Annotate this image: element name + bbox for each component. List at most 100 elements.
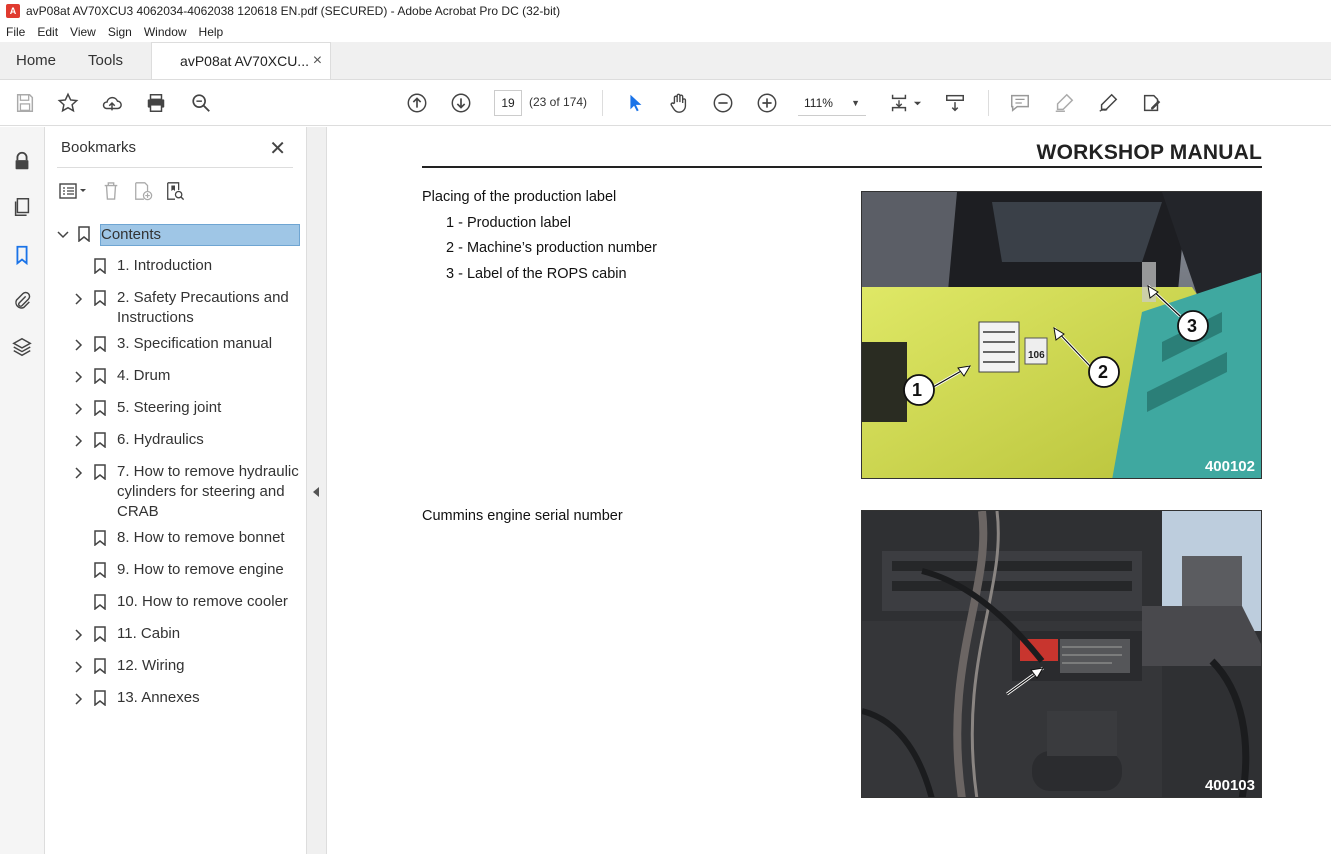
- list-item: 1 - Production label: [446, 215, 571, 231]
- toolbar-divider: [988, 90, 989, 116]
- list-item: 2 - Machine’s production number: [446, 240, 657, 256]
- bookmark-icon: [94, 594, 106, 611]
- print-icon[interactable]: [143, 90, 169, 116]
- previous-page-icon[interactable]: [404, 90, 430, 116]
- bookmark-label: 5. Steering joint: [117, 399, 222, 416]
- select-cursor-icon[interactable]: [622, 90, 648, 116]
- section-heading: Cummins engine serial number: [422, 508, 623, 524]
- fill-sign-icon[interactable]: [1139, 90, 1165, 116]
- find-zoom-icon[interactable]: [188, 90, 214, 116]
- callout-label: 3: [1187, 316, 1198, 336]
- bookmark-icon: [94, 658, 106, 675]
- bookmark-icon: [94, 626, 106, 643]
- bookmark-icon: [94, 562, 106, 579]
- page-fit-chevron-icon[interactable]: [910, 90, 924, 116]
- save-icon[interactable]: [12, 90, 38, 116]
- bookmark-panel-icon[interactable]: [10, 243, 34, 267]
- bookmark-label: 1. Introduction: [117, 257, 213, 274]
- find-bookmark-icon[interactable]: [161, 179, 189, 203]
- delete-bookmark-icon[interactable]: [97, 179, 125, 203]
- bookmark-label: 12. Wiring: [117, 657, 185, 674]
- hand-tool-icon[interactable]: [666, 90, 692, 116]
- chevron-right-icon[interactable]: [73, 335, 85, 353]
- tab-bar: Home Tools avP08at AV70XCU... ×: [0, 42, 1331, 80]
- menu-help[interactable]: Help: [193, 25, 230, 39]
- comment-icon[interactable]: [1007, 90, 1033, 116]
- chevron-right-icon[interactable]: [73, 367, 85, 385]
- engine-serial-photo: 400103: [861, 510, 1262, 798]
- bookmark-label: 7. How to remove hydraulic cylinders for…: [117, 463, 299, 520]
- bookmark-icon: [94, 530, 106, 547]
- main-toolbar: 19 (23 of 174) 111% ▼: [0, 80, 1331, 126]
- lock-icon[interactable]: [10, 149, 34, 173]
- bookmark-options-icon[interactable]: [59, 179, 87, 203]
- list-item: 3 - Label of the ROPS cabin: [446, 266, 627, 282]
- menu-view[interactable]: View: [64, 25, 102, 39]
- document-viewport[interactable]: WORKSHOP MANUAL Placing of the productio…: [327, 127, 1331, 854]
- bookmarks-panel: Bookmarks ✕ Contents 1. Introduction 2. …: [45, 127, 307, 854]
- bookmark-icon: [94, 290, 106, 307]
- zoom-in-icon[interactable]: [754, 90, 780, 116]
- navigation-rail: [0, 127, 45, 854]
- chevron-right-icon[interactable]: [73, 463, 85, 481]
- photo-code: 400103: [1204, 777, 1255, 794]
- bookmark-label: 4. Drum: [117, 367, 171, 384]
- chevron-down-icon: ▼: [851, 97, 860, 108]
- chevron-right-icon[interactable]: [73, 399, 85, 417]
- close-tab-icon[interactable]: ×: [313, 52, 322, 70]
- bookmarks-toolbar: [59, 177, 193, 205]
- callout-label: 1: [912, 380, 923, 400]
- menu-edit[interactable]: Edit: [31, 25, 64, 39]
- zoom-level-value: 111%: [804, 95, 833, 110]
- close-panel-icon[interactable]: ✕: [269, 136, 286, 161]
- layers-icon[interactable]: [10, 335, 34, 359]
- menu-sign[interactable]: Sign: [102, 25, 138, 39]
- tab-tools[interactable]: Tools: [72, 41, 139, 79]
- star-icon[interactable]: [55, 90, 81, 116]
- tab-document[interactable]: avP08at AV70XCU... ×: [151, 42, 332, 79]
- menu-window[interactable]: Window: [138, 25, 193, 39]
- production-label-photo: 106 1 2 3 400102: [861, 191, 1262, 479]
- bookmark-icon: [94, 400, 106, 417]
- tab-home[interactable]: Home: [0, 41, 72, 79]
- zoom-level-select[interactable]: 111% ▼: [798, 90, 866, 116]
- page-thumbnails-icon[interactable]: [10, 195, 34, 219]
- chevron-right-icon[interactable]: [73, 625, 85, 643]
- chevron-right-icon[interactable]: [73, 689, 85, 707]
- chevron-right-icon[interactable]: [73, 289, 85, 307]
- bookmark-icon: [94, 336, 106, 353]
- bookmark-icon: [94, 368, 106, 385]
- page-header-title: WORKSHOP MANUAL: [1036, 141, 1262, 164]
- bookmark-icon: [94, 464, 106, 481]
- photo-code: 400102: [1204, 458, 1255, 475]
- bookmark-label: 6. Hydraulics: [117, 431, 204, 448]
- title-bar: A avP08at AV70XCU3 4062034-4062038 12061…: [0, 0, 1331, 22]
- bookmark-label: 13. Annexes: [117, 689, 200, 706]
- panel-divider: [57, 167, 293, 168]
- chevron-right-icon[interactable]: [73, 431, 85, 449]
- collapse-arrow-icon: [313, 487, 319, 497]
- page-fit-icon[interactable]: [886, 90, 912, 116]
- chevron-down-icon[interactable]: [57, 225, 69, 243]
- scroll-mode-icon[interactable]: [942, 90, 968, 116]
- page-number-input[interactable]: 19: [494, 90, 522, 116]
- bookmark-label: 3. Specification manual: [117, 335, 273, 352]
- new-bookmark-icon[interactable]: [129, 179, 157, 203]
- bookmark-label: 9. How to remove engine: [117, 561, 284, 578]
- zoom-out-icon[interactable]: [710, 90, 736, 116]
- toolbar-divider: [602, 90, 603, 116]
- attachment-icon[interactable]: [10, 289, 34, 313]
- panel-collapse-handle[interactable]: [307, 127, 327, 854]
- section-heading: Placing of the production label: [422, 189, 617, 205]
- chevron-right-icon[interactable]: [73, 657, 85, 675]
- next-page-icon[interactable]: [448, 90, 474, 116]
- svg-text:106: 106: [1028, 350, 1045, 361]
- cloud-upload-icon[interactable]: [99, 90, 125, 116]
- draw-sign-icon[interactable]: [1095, 90, 1121, 116]
- header-rule: [422, 166, 1262, 168]
- highlight-pen-icon[interactable]: [1051, 90, 1077, 116]
- menu-file[interactable]: File: [0, 25, 31, 39]
- bookmark-icon: [94, 690, 106, 707]
- page-count: (23 of 174): [529, 95, 588, 109]
- bookmark-icon: [78, 226, 90, 243]
